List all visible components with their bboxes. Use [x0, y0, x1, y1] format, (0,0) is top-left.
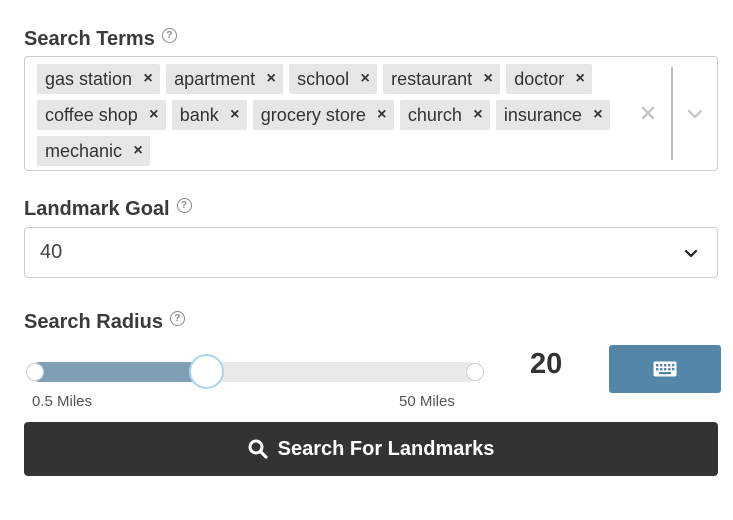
tag-remove-icon[interactable]: ×	[142, 106, 166, 124]
tag-label: bank	[179, 104, 219, 125]
tag-label: church	[407, 104, 462, 125]
help-icon[interactable]: ?	[169, 311, 185, 326]
tag-remove-icon[interactable]: ×	[586, 106, 610, 124]
tag-label: gas station	[45, 68, 133, 89]
tag-label: school	[297, 68, 350, 89]
search-for-landmarks-button[interactable]: Search For Landmarks	[24, 422, 718, 476]
slider-min-knob	[26, 363, 44, 381]
tag-label: coffee shop	[45, 104, 138, 125]
tag-list: gas station × apartment × school × restaurant ×…	[37, 64, 637, 166]
tag-remove-icon[interactable]: ×	[259, 70, 283, 88]
search-radius-label: Search Radius	[24, 311, 163, 333]
divider	[671, 67, 673, 160]
landmark-goal-select[interactable]: 40	[24, 227, 718, 278]
tag-remove-icon[interactable]: ×	[568, 70, 592, 88]
tag-label: apartment	[174, 68, 256, 89]
landmark-goal-heading: Landmark Goal ?	[24, 198, 192, 221]
search-button-label: Search For Landmarks	[277, 437, 495, 460]
tag-remove-icon[interactable]: ×	[353, 70, 377, 88]
search-term-tag: restaurant ×	[383, 64, 501, 94]
tag-label: mechanic	[45, 140, 123, 161]
search-term-tag: doctor ×	[506, 64, 593, 94]
slider-max-knob	[466, 363, 484, 381]
radius-value: 20	[530, 348, 563, 380]
landmark-goal-label: Landmark Goal	[24, 198, 170, 220]
radius-slider-fill	[30, 362, 206, 382]
close-icon[interactable]	[637, 102, 659, 124]
tag-remove-icon[interactable]: ×	[370, 106, 394, 124]
radius-slider-track[interactable]	[30, 362, 478, 382]
search-term-tag: school ×	[289, 64, 378, 94]
slider-max-label: 50 Miles	[399, 393, 455, 410]
tag-label: insurance	[503, 104, 582, 125]
landmark-goal-value: 40	[40, 241, 63, 263]
tag-remove-icon[interactable]: ×	[126, 142, 150, 160]
search-terms-multiselect[interactable]: gas station × apartment × school × restaurant ×…	[24, 56, 718, 171]
chevron-down-icon	[683, 245, 699, 261]
tag-remove-icon[interactable]: ×	[466, 106, 490, 124]
search-term-tag: grocery store ×	[252, 100, 394, 130]
tag-remove-icon[interactable]: ×	[223, 106, 247, 124]
search-term-tag: gas station ×	[37, 64, 161, 94]
keyboard-icon	[653, 361, 677, 377]
help-icon[interactable]: ?	[161, 28, 177, 43]
tag-label: doctor	[514, 68, 565, 89]
tag-remove-icon[interactable]: ×	[136, 70, 160, 88]
search-term-tag: coffee shop ×	[37, 100, 166, 130]
tag-remove-icon[interactable]: ×	[476, 70, 500, 88]
search-term-tag: church ×	[399, 100, 490, 130]
search-term-tag: insurance ×	[495, 100, 610, 130]
keyboard-input-button[interactable]	[609, 345, 721, 393]
search-terms-heading: Search Terms ?	[24, 28, 177, 51]
chevron-down-icon[interactable]	[683, 104, 707, 124]
search-term-tag: bank ×	[171, 100, 247, 130]
help-icon[interactable]: ?	[176, 198, 192, 213]
search-terms-label: Search Terms	[24, 28, 155, 50]
search-term-tag: apartment ×	[166, 64, 284, 94]
tag-label: grocery store	[260, 104, 366, 125]
radius-slider-handle[interactable]	[189, 354, 224, 389]
search-term-tag: mechanic ×	[37, 136, 151, 166]
search-radius-heading: Search Radius ?	[24, 311, 185, 334]
search-icon	[248, 439, 268, 459]
tag-label: restaurant	[391, 68, 473, 89]
slider-min-label: 0.5 Miles	[32, 393, 93, 410]
